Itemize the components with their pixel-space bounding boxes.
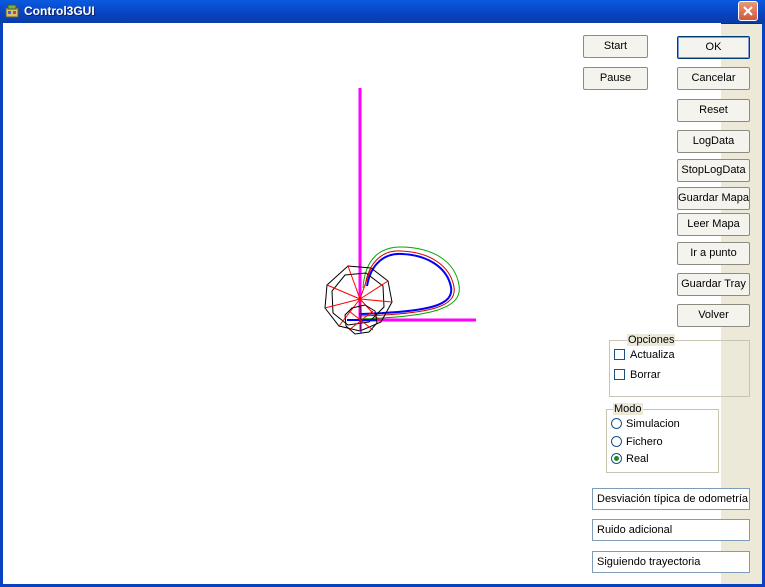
- trajectory-path-outer: [358, 250, 455, 317]
- go-to-point-button[interactable]: Ir a punto: [677, 242, 750, 265]
- borrar-label: Borrar: [630, 369, 661, 381]
- app-icon: [5, 4, 19, 18]
- additional-noise-field: Ruido adicional: [592, 519, 750, 541]
- options-group-label: Opciones: [627, 334, 676, 346]
- save-trajectory-button[interactable]: Guardar Tray: [677, 273, 750, 296]
- log-data-button[interactable]: LogData: [677, 130, 750, 153]
- borrar-checkbox[interactable]: [614, 369, 625, 380]
- return-button[interactable]: Volver: [677, 304, 750, 327]
- real-radio[interactable]: [611, 453, 622, 464]
- close-button[interactable]: [738, 1, 758, 21]
- start-button[interactable]: Start: [583, 35, 648, 58]
- fichero-radio[interactable]: [611, 436, 622, 447]
- reset-button[interactable]: Reset: [677, 99, 750, 122]
- odometry-deviation-field: Desviación típica de odometría: [592, 488, 750, 510]
- stop-log-data-button[interactable]: StopLogData: [677, 159, 750, 182]
- fichero-label: Fichero: [626, 436, 663, 448]
- mode-group-label: Modo: [613, 403, 643, 415]
- ok-button[interactable]: OK: [677, 36, 750, 59]
- trajectory-path: [358, 252, 453, 315]
- app-window: Control3GUI Start Pause OK Cancelar Rese…: [0, 0, 765, 587]
- save-map-button[interactable]: Guardar Mapa: [677, 187, 750, 210]
- status-field: Siguiendo trayectoria: [592, 551, 750, 573]
- actualiza-label: Actualiza: [630, 349, 675, 361]
- robot-body: [344, 304, 378, 335]
- actualiza-checkbox[interactable]: [614, 349, 625, 360]
- read-map-button[interactable]: Leer Mapa: [677, 213, 750, 236]
- pause-button[interactable]: Pause: [583, 67, 648, 90]
- simulacion-radio[interactable]: [611, 418, 622, 429]
- window-title: Control3GUI: [24, 4, 95, 18]
- cancel-button[interactable]: Cancelar: [677, 67, 750, 90]
- real-label: Real: [626, 453, 649, 465]
- reference-path: [357, 246, 460, 320]
- title-bar[interactable]: Control3GUI: [0, 0, 765, 24]
- simulacion-label: Simulacion: [626, 418, 680, 430]
- close-icon: [743, 6, 753, 16]
